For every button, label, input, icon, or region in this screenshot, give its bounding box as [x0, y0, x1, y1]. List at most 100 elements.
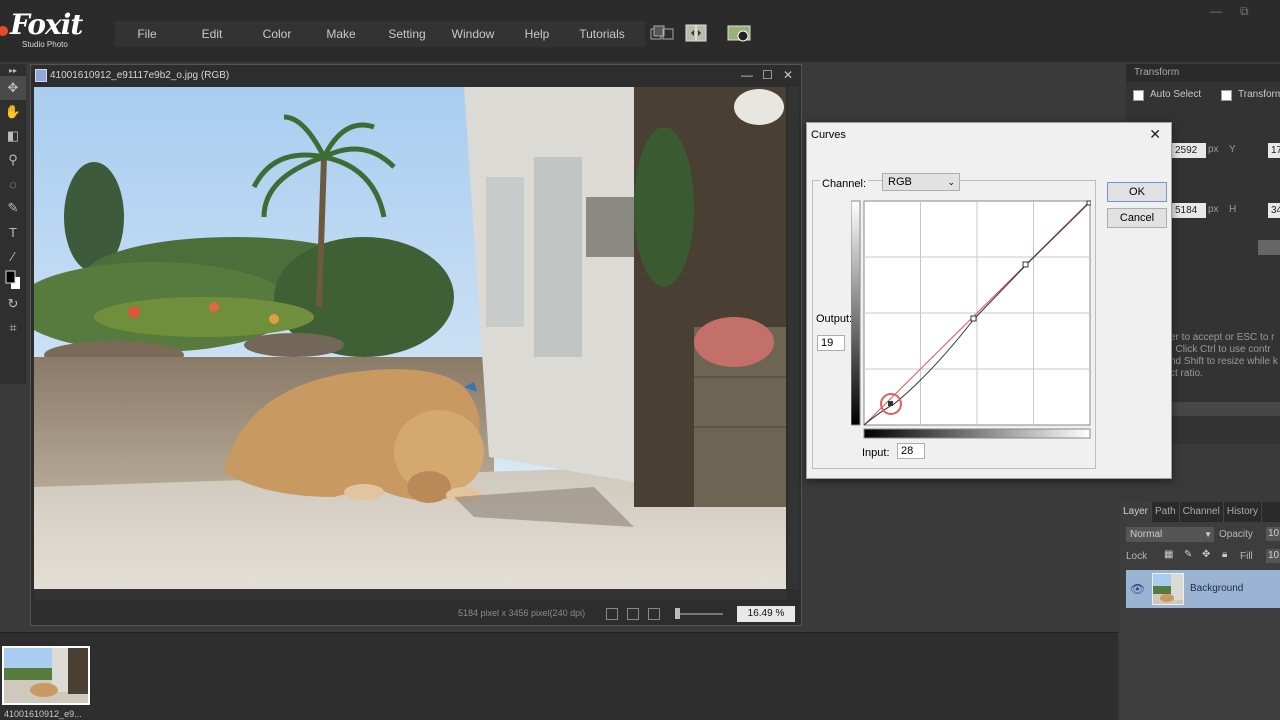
fill-field[interactable]: 10 [1266, 549, 1280, 563]
curve-point[interactable] [1086, 200, 1092, 206]
left-toolbar: ▸▸ ✥ ✋ ◧ ⚲ ◌ ✎ T ⁄ ↻ ⌗ [0, 64, 26, 384]
eye-icon[interactable]: 👁︎ [1130, 582, 1145, 596]
fill-screen-icon[interactable] [648, 608, 660, 620]
width-field[interactable]: 5184 [1172, 203, 1206, 218]
vertical-scrollbar[interactable] [788, 87, 799, 589]
move-tool-icon[interactable]: ✥ [0, 76, 26, 100]
zoom-slider[interactable] [675, 613, 723, 615]
logo-mark-icon [0, 26, 8, 36]
menu-bar: File Edit Color Make Setting Window Help… [115, 21, 645, 47]
photo-canvas[interactable] [34, 87, 786, 589]
crop-tool-icon[interactable]: ⌗ [0, 316, 26, 340]
lock-position-icon[interactable]: ✥ [1202, 549, 1210, 560]
tab-channel[interactable]: Channel [1180, 502, 1224, 522]
lasso-tool-icon[interactable]: ◌ [0, 172, 26, 196]
maximize-document-button[interactable]: ☐ [762, 68, 773, 82]
fill-label: Fill [1240, 551, 1253, 562]
document-title-bar: 41001610912_e91117e9b2_o.jpg (RGB) — ☐ ✕ [31, 65, 801, 87]
auto-select-checkbox[interactable] [1133, 90, 1144, 101]
layer-row-background[interactable]: 👁︎ Background [1126, 570, 1280, 608]
panel-divider-bar [1172, 402, 1280, 416]
logo-text: Foxit [10, 8, 83, 41]
hint-line: er to accept or ESC to r [1170, 332, 1275, 343]
ok-button[interactable]: OK [1107, 182, 1167, 202]
w-unit: px [1208, 204, 1219, 215]
curves-dialog-title: Curves [811, 129, 846, 141]
zoom-level[interactable]: 16.49 % [737, 606, 795, 622]
color-swatch-icon[interactable] [0, 268, 26, 292]
minimize-document-button[interactable]: — [741, 68, 753, 82]
height-field[interactable]: 34 [1268, 203, 1280, 218]
auto-select-label: Auto Select [1150, 89, 1202, 100]
top-bar: Foxit Studio Photo File Edit Color Make … [0, 0, 1280, 62]
rotate-tool-icon[interactable]: ↻ [0, 292, 26, 316]
tab-layer[interactable]: Layer [1120, 502, 1153, 522]
x-position-field[interactable]: 2592 [1172, 143, 1206, 158]
channel-select[interactable]: RGB ⌄ [882, 173, 960, 191]
menu-file[interactable]: File [115, 21, 179, 47]
text-tool-icon[interactable]: T [0, 220, 26, 244]
opacity-field[interactable]: 10 [1266, 527, 1280, 541]
filmstrip-label: 41001610912_e9... [4, 709, 82, 719]
menu-window[interactable]: Window [441, 21, 505, 47]
close-icon[interactable]: ✕ [1149, 126, 1161, 143]
zoom-slider-handle[interactable] [675, 608, 680, 619]
menu-setting[interactable]: Setting [373, 21, 441, 47]
menu-color[interactable]: Color [245, 21, 309, 47]
eyedropper-tool-icon[interactable]: ⁄ [0, 244, 26, 268]
actual-size-icon[interactable] [627, 608, 639, 620]
menu-help[interactable]: Help [505, 21, 569, 47]
toolbar-collapse-icon[interactable]: ▸▸ [0, 64, 26, 76]
compare-icon[interactable] [682, 20, 710, 46]
menu-tutorials[interactable]: Tutorials [569, 21, 635, 47]
filmstrip-thumbnail[interactable] [2, 646, 90, 705]
brush-tool-icon[interactable]: ✎ [0, 196, 26, 220]
layer-thumbnail [1152, 573, 1184, 605]
rotation-field[interactable] [1258, 240, 1280, 255]
image-dimensions: 5184 pixel x 3456 pixel(240 dpi) [458, 608, 586, 618]
tab-path[interactable]: Path [1152, 502, 1180, 522]
output-field[interactable]: 19 [817, 335, 845, 351]
y-position-field[interactable]: 17 [1268, 143, 1280, 158]
hint-line: . Click Ctrl to use contr [1170, 344, 1271, 355]
menu-edit[interactable]: Edit [179, 21, 245, 47]
hint-line: hd Shift to resize while k [1170, 356, 1278, 367]
curve-point[interactable] [1022, 261, 1029, 268]
tab-history[interactable]: History [1224, 502, 1262, 522]
document-status-bar: 5184 pixel x 3456 pixel(240 dpi) 16.49 % [31, 603, 801, 625]
active-curve-point[interactable] [888, 401, 893, 406]
blend-mode-value: Normal [1130, 529, 1163, 540]
eraser-tool-icon[interactable]: ◧ [0, 124, 26, 148]
screenshot-icon[interactable] [726, 20, 754, 46]
blend-mode-select[interactable]: Normal ▼ [1126, 527, 1214, 542]
minimize-app-button[interactable]: — [1210, 4, 1222, 18]
close-document-button[interactable]: ✕ [783, 68, 793, 82]
layer-panel: Layer Path Channel History Normal ▼ Opac… [1120, 502, 1280, 720]
channel-label: Channel: [820, 178, 869, 190]
layers-icon[interactable] [648, 20, 676, 46]
fit-screen-icon[interactable] [606, 608, 618, 620]
toolbar-icons [648, 20, 754, 48]
horizontal-scrollbar[interactable] [34, 589, 786, 600]
chevron-down-icon: ▼ [1204, 530, 1212, 539]
lock-paint-icon[interactable]: ✎ [1184, 549, 1192, 560]
curves-dialog: Curves ✕ Channel: RGB ⌄ OK Cancel Output… [806, 122, 1172, 479]
stamp-tool-icon[interactable]: ⚲ [0, 148, 26, 172]
curve-graph[interactable] [850, 199, 1092, 439]
lock-all-icon[interactable]: 🔒︎ [1222, 549, 1227, 560]
layer-panel-tabs: Layer Path Channel History [1120, 502, 1280, 522]
document-icon [35, 69, 47, 82]
input-label: Input: [862, 447, 890, 459]
hand-tool-icon[interactable]: ✋ [0, 100, 26, 124]
input-field[interactable]: 28 [897, 443, 925, 459]
lock-transparency-icon[interactable]: ▦ [1164, 549, 1173, 560]
document-title: 41001610912_e91117e9b2_o.jpg (RGB) [50, 70, 230, 81]
curve-point[interactable] [970, 315, 977, 322]
menu-make[interactable]: Make [309, 21, 373, 47]
restore-app-button[interactable]: ⧉ [1240, 4, 1249, 19]
cancel-button[interactable]: Cancel [1107, 208, 1167, 228]
transform-hint: er to accept or ESC to r . Click Ctrl to… [1170, 332, 1280, 380]
h-label: H [1229, 204, 1237, 215]
app-logo: Foxit Studio Photo [0, 8, 94, 50]
transform-checkbox[interactable] [1221, 90, 1232, 101]
